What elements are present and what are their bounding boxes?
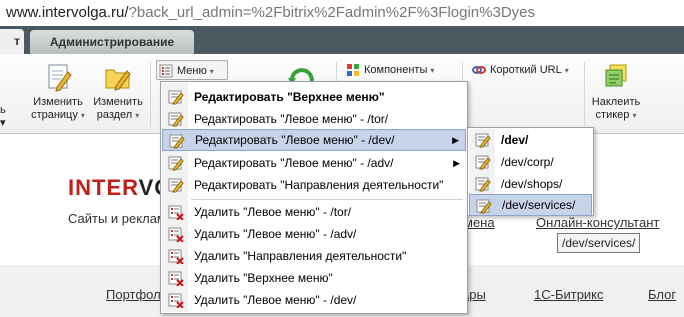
edit-menu-icon: [168, 90, 184, 105]
edit-menu-icon: [168, 178, 184, 193]
submenu-item-dev-services[interactable]: /dev/services/: [469, 194, 592, 216]
edit-section-button[interactable]: Изменить раздел ▾: [90, 62, 146, 122]
chevron-down-icon: ▾: [209, 67, 214, 76]
delete-menu-icon: [168, 249, 184, 264]
edit-section-icon: [105, 69, 131, 91]
address-bar[interactable]: www.intervolga.ru/?back_url_admin=%2Fbit…: [0, 0, 684, 26]
menu-button-label: Меню: [177, 65, 207, 77]
menu-separator: [191, 199, 463, 200]
tooltip: /dev/services/: [557, 233, 641, 253]
link-icon: [472, 66, 486, 74]
toolbar-left-edge-label[interactable]: ь ▾: [0, 104, 6, 130]
menu-button[interactable]: Меню ▾: [156, 60, 228, 80]
edit-menu-icon: [168, 156, 184, 171]
sticker-icon: [605, 64, 627, 87]
menu-item-edit-directions[interactable]: Редактировать "Направления деятельности": [162, 174, 466, 196]
chevron-down-icon: ▾: [430, 66, 435, 75]
tab-view[interactable]: т: [0, 29, 24, 54]
edit-page-button[interactable]: Изменить страницу ▾: [28, 62, 88, 122]
delete-menu-icon: [168, 293, 184, 308]
toolbar-separator: [584, 62, 585, 126]
site-logo[interactable]: INTERVO: [68, 175, 172, 201]
online-consultant-link[interactable]: Онлайн-консультант: [536, 215, 659, 230]
delete-menu-icon: [168, 205, 184, 220]
chevron-down-icon: ▾: [564, 66, 569, 75]
sticker-label: Наклеить стикер ▾: [591, 96, 641, 121]
delete-menu-icon: [168, 271, 184, 286]
address-host: www.intervolga.ru/: [6, 4, 129, 21]
menu-item-edit-top-menu[interactable]: Редактировать "Верхнее меню": [162, 86, 466, 108]
menu-item-edit-left-tor[interactable]: Редактировать "Левое меню" - /tor/: [162, 108, 466, 130]
admin-tab-strip: т Администрирование: [0, 26, 684, 54]
nav-item-blog[interactable]: Блог: [648, 287, 676, 302]
submenu-item-dev[interactable]: /dev/: [469, 129, 592, 151]
delete-menu-icon: [168, 227, 184, 242]
menu-item-delete-left-tor[interactable]: Удалить "Левое меню" - /tor/: [162, 201, 466, 223]
submenu-arrow-icon: ▶: [452, 135, 459, 145]
menu-item-delete-top-menu[interactable]: Удалить "Верхнее меню": [162, 267, 466, 289]
submenu-dev: /dev/ /dev/corp/ /dev/shops/ /dev/servic…: [467, 127, 594, 216]
components-label: Компоненты: [364, 64, 428, 76]
edit-page-label: Изменить страницу ▾: [31, 96, 85, 121]
edit-page-icon: [48, 64, 72, 92]
tab-administration[interactable]: Администрирование: [30, 30, 194, 54]
submenu-item-dev-shops[interactable]: /dev/shops/: [469, 173, 592, 195]
sticker-button[interactable]: Наклеить стикер ▾: [588, 62, 644, 122]
edit-menu-icon: [475, 155, 491, 170]
menu-item-edit-left-adv[interactable]: Редактировать "Левое меню" - /adv/ ▶: [162, 152, 466, 174]
menu-item-edit-left-dev[interactable]: Редактировать "Левое меню" - /dev/ ▶: [162, 129, 466, 151]
components-button[interactable]: Компоненты ▾: [344, 60, 450, 80]
short-url-button[interactable]: Короткий URL ▾: [470, 60, 580, 80]
edit-menu-icon: [476, 199, 492, 214]
edit-section-label: Изменить раздел ▾: [93, 96, 143, 121]
address-query: ?back_url_admin=%2Fbitrix%2Fadmin%2F%3Fl…: [128, 4, 535, 21]
short-url-label: Короткий URL: [490, 64, 562, 76]
menu-icon: [159, 64, 173, 78]
toolbar-separator: [150, 62, 151, 126]
edit-menu-icon: [168, 112, 184, 127]
site-slogan: Сайты и реклама: [68, 211, 174, 226]
header-link-fragment[interactable]: мена: [464, 215, 495, 230]
menu-dropdown: Редактировать "Верхнее меню" Редактирова…: [160, 81, 468, 314]
menu-item-delete-left-dev[interactable]: Удалить "Левое меню" - /dev/: [162, 289, 466, 311]
nav-item-1c-bitrix[interactable]: 1С-Битрикс: [534, 287, 604, 302]
submenu-arrow-icon: ▶: [453, 158, 460, 168]
submenu-item-dev-corp[interactable]: /dev/corp/: [469, 151, 592, 173]
components-icon: [347, 64, 359, 76]
edit-menu-icon: [475, 177, 491, 192]
nav-item-portfolio[interactable]: Портфол: [106, 287, 161, 302]
edit-menu-icon: [169, 134, 185, 149]
menu-item-delete-directions[interactable]: Удалить "Направления деятельности": [162, 245, 466, 267]
menu-item-delete-left-adv[interactable]: Удалить "Левое меню" - /adv/: [162, 223, 466, 245]
edit-menu-icon: [475, 133, 491, 148]
